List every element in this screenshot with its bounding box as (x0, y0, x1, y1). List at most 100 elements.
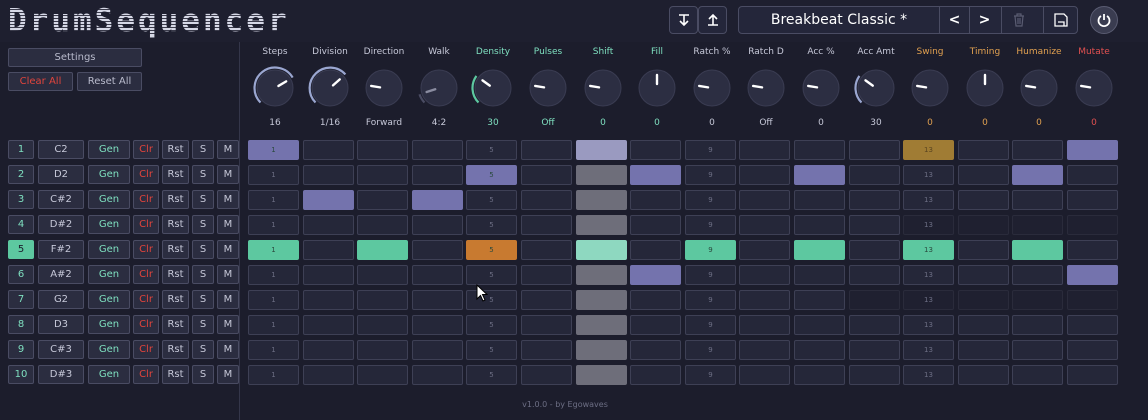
knob[interactable] (362, 66, 406, 110)
step-cell[interactable]: 5 (466, 265, 517, 285)
step-cell[interactable] (630, 140, 681, 160)
step-cell[interactable] (630, 340, 681, 360)
step-cell[interactable] (1067, 315, 1118, 335)
track-gen-button[interactable]: Gen (88, 265, 130, 284)
step-cell[interactable] (1012, 340, 1063, 360)
track-gen-button[interactable]: Gen (88, 240, 130, 259)
track-clear-button[interactable]: Clr (133, 140, 159, 159)
step-cell[interactable] (521, 240, 572, 260)
step-cell[interactable] (576, 165, 627, 185)
step-cell[interactable] (412, 165, 463, 185)
step-cell[interactable]: 13 (903, 215, 954, 235)
track-solo-button[interactable]: S (192, 165, 214, 184)
step-cell[interactable] (521, 315, 572, 335)
step-cell[interactable]: 5 (466, 315, 517, 335)
track-reset-button[interactable]: Rst (162, 340, 189, 359)
track-clear-button[interactable]: Clr (133, 215, 159, 234)
track-mute-button[interactable]: M (217, 340, 239, 359)
step-cell[interactable]: 13 (903, 165, 954, 185)
step-cell[interactable]: 13 (903, 315, 954, 335)
knob[interactable] (854, 66, 898, 110)
track-note-button[interactable]: D2 (38, 165, 84, 184)
step-cell[interactable] (630, 215, 681, 235)
knob[interactable] (963, 66, 1007, 110)
step-cell[interactable] (630, 365, 681, 385)
step-cell[interactable] (1012, 365, 1063, 385)
step-cell[interactable] (357, 340, 408, 360)
settings-button[interactable]: Settings (8, 48, 142, 67)
load-preset-button[interactable] (669, 6, 698, 34)
step-cell[interactable] (958, 190, 1009, 210)
step-cell[interactable] (849, 190, 900, 210)
step-cell[interactable] (630, 190, 681, 210)
step-cell[interactable] (357, 190, 408, 210)
step-cell[interactable] (1067, 140, 1118, 160)
track-mute-button[interactable]: M (217, 315, 239, 334)
step-cell[interactable] (412, 365, 463, 385)
step-cell[interactable]: 9 (685, 315, 736, 335)
step-cell[interactable] (958, 140, 1009, 160)
step-cell[interactable] (630, 290, 681, 310)
step-cell[interactable] (958, 215, 1009, 235)
step-cell[interactable] (739, 290, 790, 310)
knob[interactable] (1017, 66, 1061, 110)
step-cell[interactable] (739, 190, 790, 210)
step-cell[interactable] (412, 290, 463, 310)
step-cell[interactable]: 1 (248, 315, 299, 335)
step-cell[interactable] (794, 265, 845, 285)
knob[interactable] (635, 66, 679, 110)
step-cell[interactable]: 9 (685, 340, 736, 360)
step-cell[interactable] (1067, 265, 1118, 285)
step-cell[interactable] (412, 140, 463, 160)
step-cell[interactable] (521, 365, 572, 385)
track-reset-button[interactable]: Rst (162, 190, 189, 209)
track-reset-button[interactable]: Rst (162, 290, 189, 309)
track-clear-button[interactable]: Clr (133, 340, 159, 359)
step-cell[interactable] (1067, 165, 1118, 185)
clear-all-button[interactable]: Clear All (8, 72, 73, 91)
step-cell[interactable] (521, 190, 572, 210)
step-cell[interactable] (1012, 240, 1063, 260)
step-cell[interactable]: 9 (685, 265, 736, 285)
track-gen-button[interactable]: Gen (88, 315, 130, 334)
step-cell[interactable] (412, 265, 463, 285)
track-number-button[interactable]: 2 (8, 165, 34, 184)
track-note-button[interactable]: C2 (38, 140, 84, 159)
delete-preset-button[interactable] (1001, 7, 1035, 33)
track-number-button[interactable]: 4 (8, 215, 34, 234)
step-cell[interactable] (849, 290, 900, 310)
track-mute-button[interactable]: M (217, 290, 239, 309)
preset-name[interactable]: Breakbeat Classic * (739, 7, 939, 33)
track-reset-button[interactable]: Rst (162, 265, 189, 284)
track-mute-button[interactable]: M (217, 165, 239, 184)
step-cell[interactable] (1012, 290, 1063, 310)
step-cell[interactable]: 5 (466, 240, 517, 260)
step-cell[interactable] (849, 240, 900, 260)
track-clear-button[interactable]: Clr (133, 290, 159, 309)
prev-preset-button[interactable]: < (939, 7, 969, 33)
step-cell[interactable] (849, 315, 900, 335)
step-cell[interactable]: 9 (685, 140, 736, 160)
step-cell[interactable] (1067, 190, 1118, 210)
step-cell[interactable] (1012, 315, 1063, 335)
step-cell[interactable]: 1 (248, 340, 299, 360)
step-cell[interactable] (794, 140, 845, 160)
step-cell[interactable]: 9 (685, 290, 736, 310)
knob[interactable] (308, 66, 352, 110)
track-number-button[interactable]: 1 (8, 140, 34, 159)
step-cell[interactable] (1012, 265, 1063, 285)
track-clear-button[interactable]: Clr (133, 315, 159, 334)
step-cell[interactable] (357, 140, 408, 160)
step-cell[interactable] (794, 340, 845, 360)
step-cell[interactable]: 13 (903, 240, 954, 260)
step-cell[interactable] (739, 315, 790, 335)
step-cell[interactable]: 5 (466, 340, 517, 360)
step-cell[interactable]: 1 (248, 290, 299, 310)
step-cell[interactable]: 1 (248, 165, 299, 185)
step-cell[interactable]: 1 (248, 190, 299, 210)
track-clear-button[interactable]: Clr (133, 165, 159, 184)
step-cell[interactable]: 9 (685, 215, 736, 235)
step-cell[interactable]: 5 (466, 215, 517, 235)
step-cell[interactable]: 5 (466, 290, 517, 310)
step-cell[interactable] (630, 165, 681, 185)
